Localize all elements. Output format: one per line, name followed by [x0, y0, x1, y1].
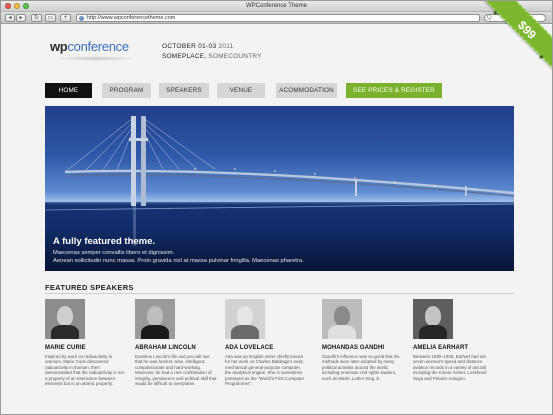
forward-button[interactable]: ▸ — [16, 14, 26, 22]
speaker-name: MARIE CURIE — [45, 345, 86, 351]
reload-button[interactable]: ↻ — [31, 14, 42, 22]
speaker-bio: Inspired by work on radioactivity in ura… — [45, 354, 124, 387]
speaker-name: AMELIA EARHART — [413, 345, 469, 351]
event-year: 2011 — [218, 43, 234, 50]
logo-shadow — [53, 56, 139, 61]
speaker-bio: Between 1930–1935, Earhart had set seven… — [413, 354, 487, 381]
title-bar: WPConference Theme — [1, 1, 552, 12]
speaker-bio: Gandhi's influence was so great that his… — [322, 354, 400, 381]
event-date: OCTOBER 01-03 2011 — [162, 43, 234, 50]
speaker-card[interactable]: ADA LOVELACE Ada was an English writer c… — [225, 299, 310, 386]
price-ribbon[interactable] — [474, 1, 552, 81]
hero-banner: A fully featured theme. Maecenas semper … — [45, 106, 514, 271]
speaker-photo[interactable] — [225, 299, 265, 339]
browser-window: WPConference Theme ◂ ▸ ↻ ▭ + http://www.… — [0, 0, 553, 415]
section-divider — [45, 293, 514, 294]
event-location: SOMEPLACE, SOMECOUNTRY — [162, 53, 262, 60]
event-place: SOMEPLACE, — [162, 53, 207, 60]
logo-wp-text: wp — [50, 39, 68, 54]
speaker-name: MOHANDAS GANDHI — [322, 345, 385, 351]
speaker-card[interactable]: MOHANDAS GANDHI Gandhi's influence was s… — [322, 299, 407, 381]
window-title: WPConference Theme — [246, 3, 307, 9]
back-arrow-icon: ◂ — [8, 15, 12, 21]
hero-title: A fully featured theme. — [53, 236, 156, 247]
web-page: wpconference OCTOBER 01-03 2011 SOMEPLAC… — [1, 25, 552, 414]
zoom-window-button[interactable] — [23, 3, 29, 9]
close-window-button[interactable] — [5, 3, 11, 9]
speaker-card[interactable]: MARIE CURIE Inspired by work on radioact… — [45, 299, 130, 386]
nav-home[interactable]: HOME — [45, 83, 92, 98]
logo-conference-text: conference — [67, 39, 129, 54]
address-bar[interactable]: http://www.wpconferencetheme.com — [76, 14, 480, 22]
speaker-card[interactable]: AMELIA EARHART Between 1930–1935, Earhar… — [413, 299, 498, 381]
speaker-photo[interactable] — [45, 299, 85, 339]
event-country: SOMECOUNTRY — [208, 53, 262, 60]
nav-venue[interactable]: VENUE — [217, 83, 265, 98]
minimize-window-button[interactable] — [14, 3, 20, 9]
speaker-photo[interactable] — [322, 299, 362, 339]
price-ribbon-band — [477, 1, 552, 79]
speaker-photo[interactable] — [413, 299, 453, 339]
speaker-photo[interactable] — [135, 299, 175, 339]
speaker-name: ADA LOVELACE — [225, 345, 274, 351]
reload-icon: ↻ — [33, 15, 40, 21]
window-controls — [5, 3, 29, 9]
speaker-name: ABRAHAM LINCOLN — [135, 345, 196, 351]
featured-speakers-heading: FEATURED SPEAKERS — [45, 283, 134, 292]
hero-caption-overlay — [45, 227, 514, 271]
speaker-card[interactable]: ABRAHAM LINCOLN Examine Lincoln's life a… — [135, 299, 220, 386]
site-logo[interactable]: wpconference — [50, 39, 129, 54]
register-button[interactable]: SEE PRICES & REGISTER — [346, 83, 442, 98]
back-button[interactable]: ◂ — [5, 14, 15, 22]
bookmarks-button[interactable]: ▭ — [45, 14, 56, 22]
event-date-main: OCTOBER 01-03 — [162, 43, 217, 50]
forward-arrow-icon: ▸ — [19, 15, 23, 21]
globe-icon — [79, 16, 84, 21]
hero-subtitle-line2: Aenean sollicitudin nunc massa. Proin gr… — [53, 258, 304, 264]
hero-subtitle-line1: Maecenas semper convallis libero et dign… — [53, 250, 175, 256]
address-text: http://www.wpconferencetheme.com — [87, 15, 176, 21]
speaker-bio: Examine Lincoln's life and you will see … — [135, 354, 217, 387]
nav-accommodation[interactable]: ACOMMODATION — [276, 83, 337, 98]
bookmark-icon: ▭ — [47, 15, 54, 21]
nav-program[interactable]: PROGRAM — [102, 83, 151, 98]
browser-toolbar: ◂ ▸ ↻ ▭ + http://www.wpconferencetheme.c… — [1, 12, 552, 24]
nav-speakers[interactable]: SPEAKERS — [159, 83, 209, 98]
add-bookmark-button[interactable]: + — [60, 14, 71, 22]
speaker-bio: Ada was an English writer chiefly known … — [225, 354, 305, 387]
plus-icon: + — [63, 15, 68, 21]
